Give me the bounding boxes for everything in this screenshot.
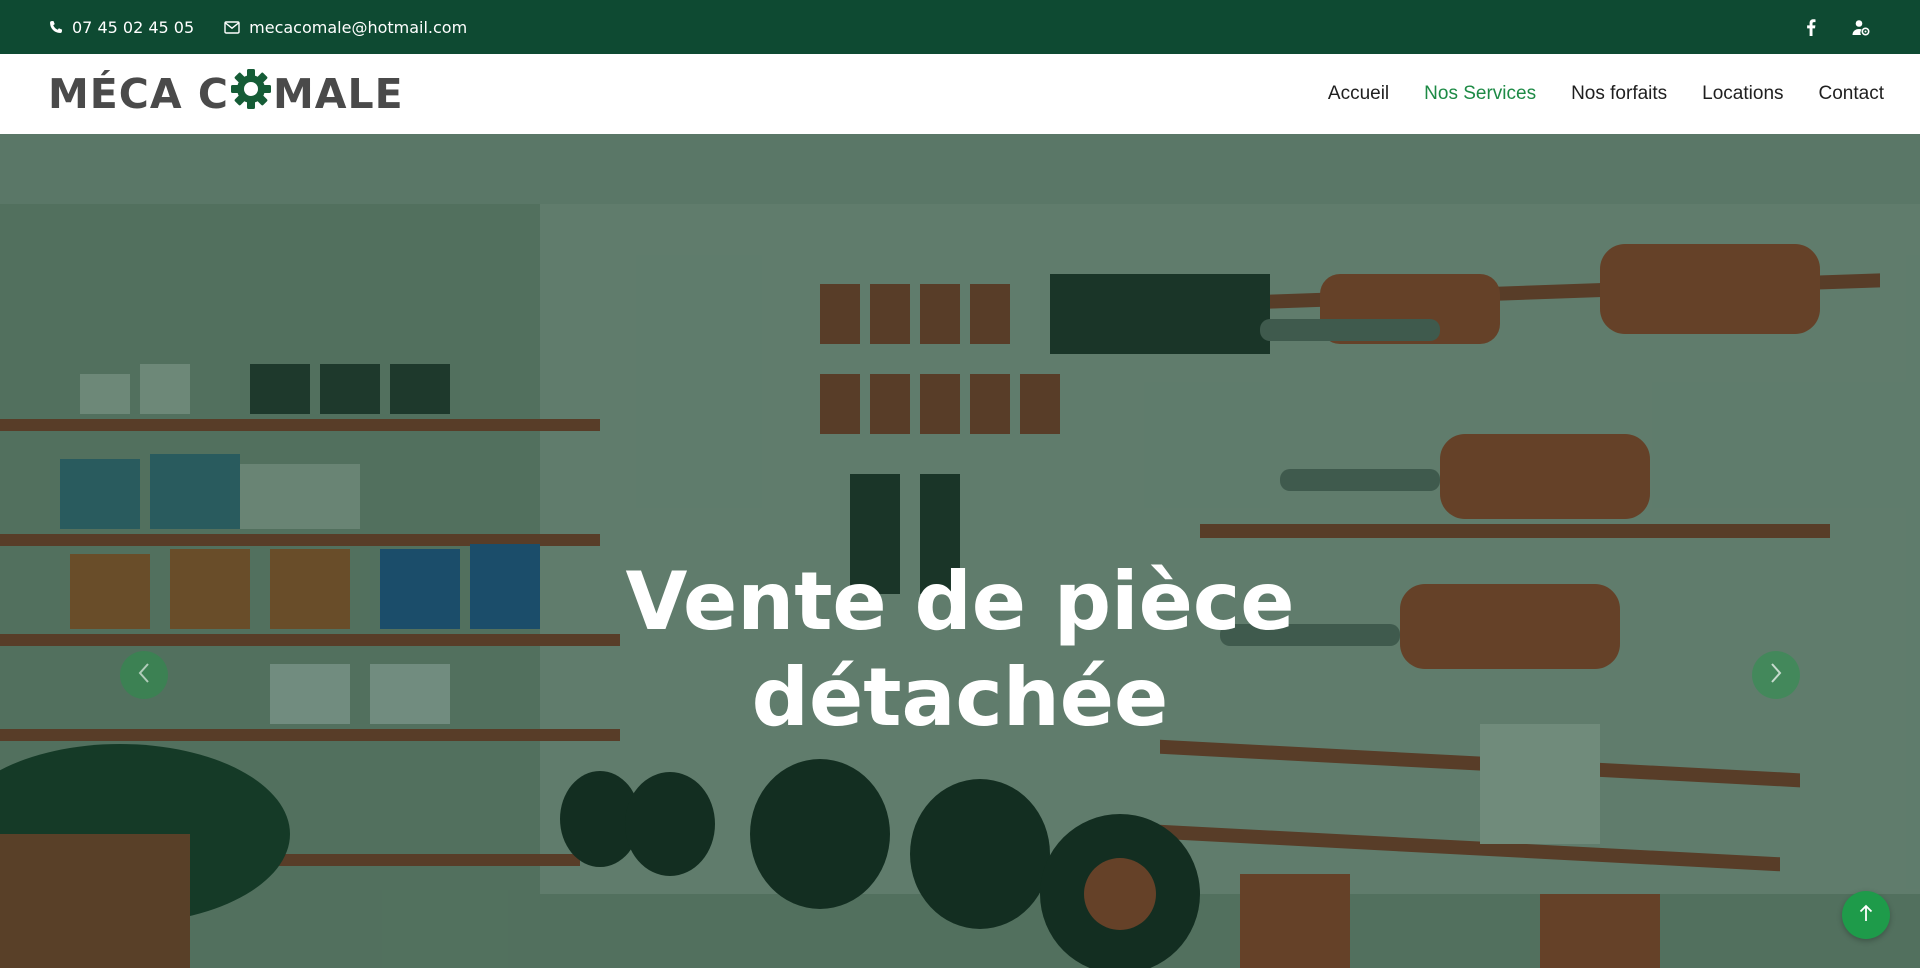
- facebook-icon[interactable]: [1800, 16, 1822, 38]
- site-header: MÉCA C MALE Accueil Nos Services Nos for…: [0, 54, 1920, 134]
- arrow-up-icon: [1859, 904, 1873, 926]
- nav-accueil[interactable]: Accueil: [1328, 83, 1389, 105]
- envelope-icon: [224, 20, 240, 34]
- email-address: mecacomale@hotmail.com: [249, 17, 468, 37]
- phone-number: 07 45 02 45 05: [72, 17, 195, 37]
- site-logo[interactable]: MÉCA C MALE: [48, 68, 404, 120]
- gear-icon: [230, 68, 272, 120]
- logo-text-right: MALE: [273, 70, 404, 118]
- carousel-next-button[interactable]: [1752, 651, 1800, 699]
- hero-carousel: Vente de pièce détachée: [0, 134, 1920, 968]
- nav-locations[interactable]: Locations: [1702, 83, 1783, 105]
- main-nav: Accueil Nos Services Nos forfaits Locati…: [1328, 83, 1884, 105]
- phone-link[interactable]: 07 45 02 45 05: [48, 18, 194, 37]
- chevron-left-icon: [137, 662, 151, 688]
- top-bar: 07 45 02 45 05 mecacomale@hotmail.com: [0, 0, 1920, 54]
- hero-overlay: [0, 134, 1920, 968]
- chevron-right-icon: [1769, 662, 1783, 688]
- phone-icon: [48, 20, 63, 35]
- logo-text-left: MÉCA C: [48, 70, 229, 118]
- email-link[interactable]: mecacomale@hotmail.com: [224, 18, 467, 37]
- nav-nos-forfaits[interactable]: Nos forfaits: [1571, 83, 1667, 105]
- nav-nos-services[interactable]: Nos Services: [1424, 83, 1536, 105]
- hero-title-line1: Vente de pièce: [625, 555, 1295, 648]
- contact-info: 07 45 02 45 05 mecacomale@hotmail.com: [48, 18, 467, 37]
- carousel-prev-button[interactable]: [120, 651, 168, 699]
- back-to-top-button[interactable]: [1842, 891, 1890, 939]
- social-links: [1800, 16, 1872, 38]
- hero-title-line2: détachée: [751, 651, 1169, 744]
- nav-contact[interactable]: Contact: [1819, 83, 1884, 105]
- user-cog-icon[interactable]: [1850, 16, 1872, 38]
- hero-title: Vente de pièce détachée: [560, 554, 1360, 746]
